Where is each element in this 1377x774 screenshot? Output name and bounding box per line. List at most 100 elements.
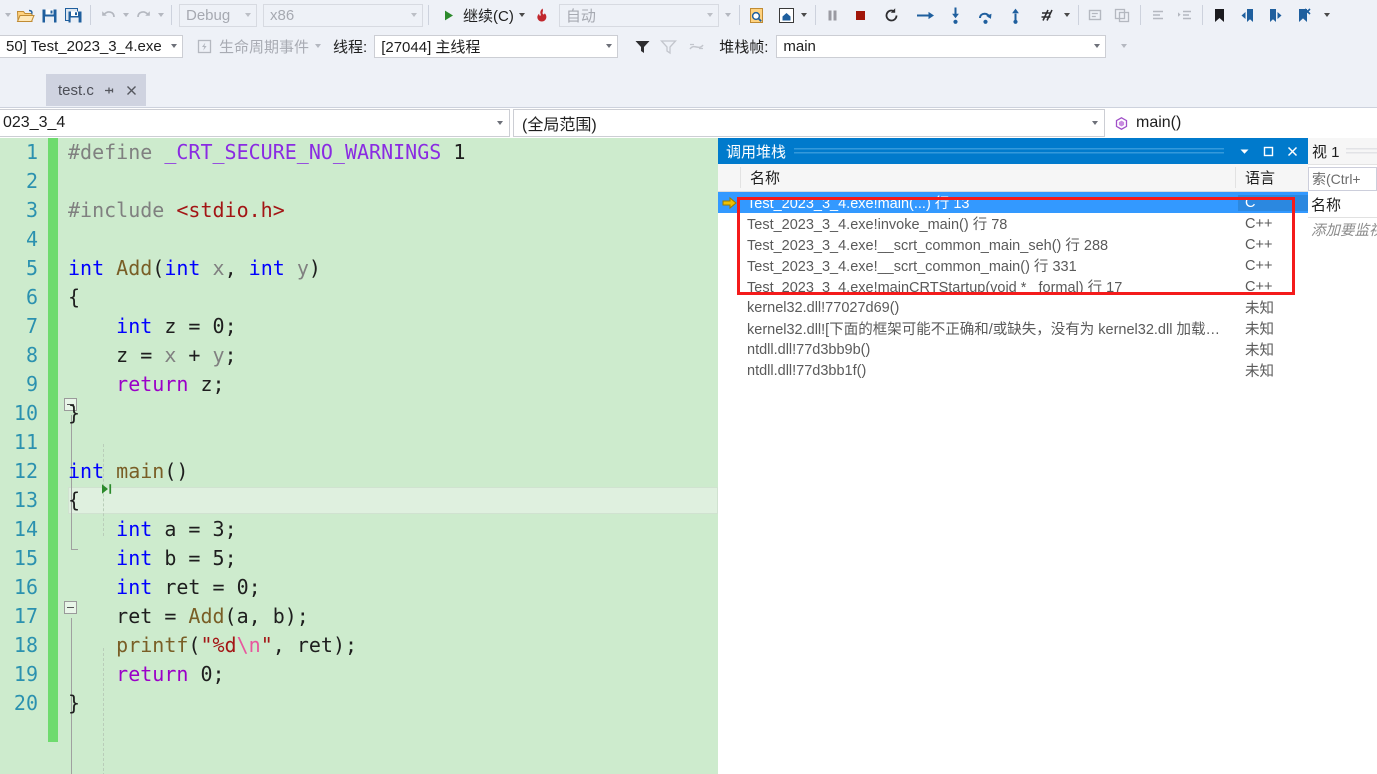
watch-add-item-row[interactable]: 添加要监视 [1308,218,1377,240]
code-line[interactable]: int main() [68,457,718,486]
close-icon[interactable] [1280,140,1304,162]
continue-button-label[interactable]: 继续(C) [460,5,517,26]
code-editor[interactable]: 1 2 3 4 5 6 7 8 9 10 11 12 13 14 15 16 17 18 19 20 #define … [0,138,718,774]
redo-dropdown-caret[interactable] [155,4,166,26]
solution-platform-combo[interactable]: x86 [263,3,423,27]
code-line[interactable]: #define _CRT_SECURE_NO_WARNINGS 1 [68,138,718,167]
save-all-icon[interactable] [61,3,85,27]
type-scope-combo[interactable]: (全局范围) [513,109,1105,137]
uncomment-selection-icon[interactable] [1111,3,1135,27]
lifecycle-events-icon[interactable] [192,34,216,58]
process-value: 50] Test_2023_3_4.exe [6,37,162,55]
window-drag-grip[interactable] [794,138,1224,164]
code-line[interactable]: } [68,689,718,718]
solution-configuration-combo[interactable]: Debug [179,3,257,27]
call-stack-row[interactable]: kernel32.dll!77027d69() 未知 [718,297,1308,318]
code-line[interactable]: int z = 0; [68,312,718,341]
filter-clear-icon[interactable] [656,34,680,58]
code-line[interactable]: int a = 3; [68,515,718,544]
code-line[interactable]: printf("%d\n", ret); [68,631,718,660]
watch-column-header-name[interactable]: 名称 [1308,191,1377,218]
comment-selection-icon[interactable] [1084,3,1108,27]
stop-icon[interactable] [849,3,873,27]
process-combo[interactable]: 50] Test_2023_3_4.exe [0,34,183,58]
home-dropdown-caret[interactable] [799,4,810,26]
tab-label: test.c [58,81,94,99]
flatten-view-icon[interactable] [684,34,708,58]
debug-location-overflow-caret[interactable] [1118,35,1129,57]
code-line[interactable]: return 0; [68,660,718,689]
code-line[interactable]: { [68,486,718,515]
call-stack-row[interactable]: Test_2023_3_4.exe!invoke_main() 行 78 C++ [718,213,1308,234]
next-bookmark-icon[interactable] [1264,3,1288,27]
restart-icon[interactable] [880,3,904,27]
hex-display-icon[interactable] [1038,3,1062,27]
redo-icon[interactable] [131,3,155,27]
show-next-statement-icon[interactable] [914,3,938,27]
toolbar-overflow-caret-left[interactable] [2,4,13,26]
step-over-icon[interactable] [974,3,998,27]
hex-dropdown-caret[interactable] [1062,4,1073,26]
continue-play-icon[interactable] [436,3,460,27]
code-line[interactable]: return z; [68,370,718,399]
attach-to-process-combo[interactable]: 自动 [558,3,719,27]
call-stack-row[interactable]: ntdll.dll!77d3bb1f() 未知 [718,360,1308,381]
project-scope-combo[interactable]: 023_3_4 [0,109,510,137]
code-line[interactable] [68,225,718,254]
code-line[interactable]: int ret = 0; [68,573,718,602]
pin-icon[interactable] [103,84,116,97]
call-stack-row[interactable]: ntdll.dll!77d3bb9b() 未知 [718,339,1308,360]
code-line[interactable]: } [68,399,718,428]
code-line[interactable]: { [68,283,718,312]
code-line[interactable]: int b = 5; [68,544,718,573]
undo-dropdown-caret[interactable] [120,4,131,26]
member-scope-combo[interactable]: main() [1108,108,1181,138]
home-icon[interactable] [775,3,799,27]
call-stack-rows[interactable]: Test_2023_3_4.exe!main(...) 行 13 C Test_20… [718,192,1308,381]
clear-bookmarks-icon[interactable] [1292,3,1316,27]
thread-combo[interactable]: [27044] 主线程 [374,34,619,58]
save-icon[interactable] [37,3,61,27]
maximize-icon[interactable] [1256,140,1280,162]
continue-dropdown-caret[interactable] [517,4,528,26]
call-stack-row[interactable]: Test_2023_3_4.exe!mainCRTStartup(void * … [718,276,1308,297]
tab-test-c[interactable]: test.c [46,74,146,106]
step-out-icon[interactable] [1004,3,1028,27]
close-icon[interactable] [125,84,138,97]
bookmark-icon[interactable] [1208,3,1232,27]
code-line[interactable]: int Add(int x, int y) [68,254,718,283]
code-line[interactable]: z = x + y; [68,341,718,370]
search-document-icon[interactable] [745,3,769,27]
chevron-down-icon[interactable] [1232,140,1256,162]
pause-icon[interactable] [821,3,845,27]
call-stack-row[interactable]: Test_2023_3_4.exe!__scrt_common_main() 行… [718,255,1308,276]
watch-drag-grip[interactable] [1345,138,1377,164]
lifecycle-events-label[interactable]: 生命周期事件 [216,36,312,57]
open-folder-icon[interactable] [13,3,37,27]
code-line[interactable]: ret = Add(a, b); [68,602,718,631]
filter-icon[interactable] [630,34,654,58]
call-stack-row[interactable]: kernel32.dll![下面的框架可能不正确和/或缺失，没有为 kernel… [718,318,1308,339]
column-header-language[interactable]: 语言 [1235,167,1308,188]
toolbar-separator-8 [1201,5,1203,25]
toolbar-overflow-caret-right[interactable] [1322,4,1333,26]
undo-icon[interactable] [96,3,120,27]
solution-platform-value: x86 [270,6,295,24]
column-header-name[interactable]: 名称 [740,167,1235,188]
stack-frame-combo[interactable]: main [776,34,1107,58]
step-into-icon[interactable] [944,3,968,27]
outdent-icon[interactable] [1146,3,1170,27]
indent-icon[interactable] [1173,3,1197,27]
code-line[interactable] [68,167,718,196]
call-stack-row[interactable]: Test_2023_3_4.exe!__scrt_common_main_seh… [718,234,1308,255]
attach-dropdown-caret[interactable] [723,4,734,26]
lifecycle-dropdown-caret[interactable] [312,35,323,57]
code-line[interactable] [68,428,718,457]
line-number: 12 [13,459,38,483]
hot-reload-flame-icon[interactable] [531,3,555,27]
code-line[interactable]: #include <stdio.h> [68,196,718,225]
call-stack-row[interactable]: Test_2023_3_4.exe!main(...) 行 13 C [718,192,1308,213]
previous-bookmark-icon[interactable] [1236,3,1260,27]
watch-search-input[interactable]: 索(Ctrl+ [1308,167,1377,191]
